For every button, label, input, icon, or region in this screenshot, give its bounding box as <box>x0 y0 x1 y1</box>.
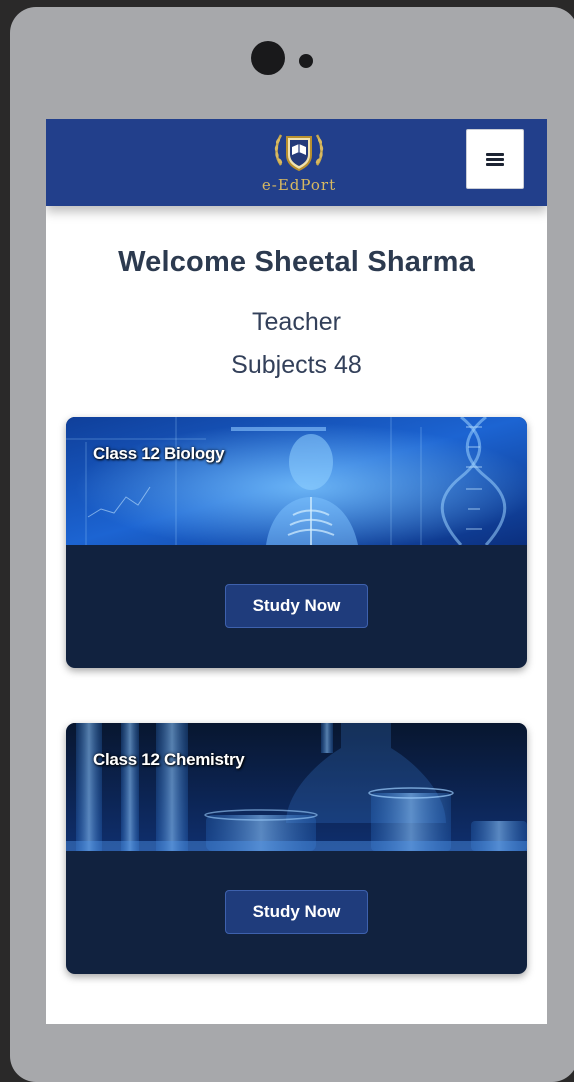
study-now-button[interactable]: Study Now <box>225 890 368 934</box>
study-now-button[interactable]: Study Now <box>225 584 368 628</box>
chemistry-banner-image: Class 12 Chemistry <box>66 723 527 851</box>
card-title: Class 12 Chemistry <box>93 750 245 769</box>
subjects-count: Subjects 48 <box>231 351 362 379</box>
phone-frame: e-EdPort Welcome Sheetal Sharma Teacher … <box>10 7 574 1082</box>
laurel-emblem-icon <box>274 134 324 172</box>
app-screen: e-EdPort Welcome Sheetal Sharma Teacher … <box>46 119 547 1024</box>
camera-sensor <box>299 54 313 68</box>
edport-logo[interactable]: e-EdPort <box>249 127 349 201</box>
welcome-heading: Welcome Sheetal Sharma <box>118 246 475 278</box>
subject-card-chemistry: Class 12 Chemistry Study Now <box>66 723 527 974</box>
menu-toggle-button[interactable] <box>466 129 524 189</box>
logo-wordmark: e-EdPort <box>261 176 337 194</box>
hamburger-menu-icon <box>486 152 504 166</box>
camera-lens <box>251 41 285 75</box>
biology-banner-image: Class 12 Biology <box>66 417 527 545</box>
user-role: Teacher <box>252 308 341 336</box>
card-title: Class 12 Biology <box>93 444 225 463</box>
navbar: e-EdPort <box>46 119 547 206</box>
subject-card-biology: Class 12 Biology Study Now <box>66 417 527 668</box>
